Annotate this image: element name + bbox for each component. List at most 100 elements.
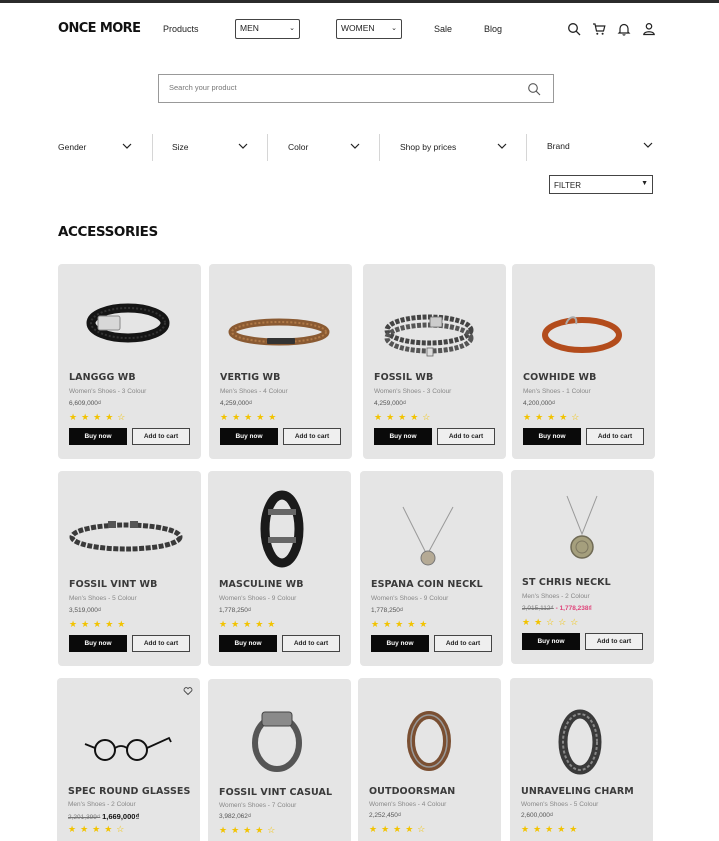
old-price: 2,201,399₫ (68, 814, 101, 821)
product-meta: Women's Shoes - 9 Colour (371, 595, 449, 602)
sale-price: - 1,778,238₫ (555, 605, 592, 612)
search-icon[interactable] (567, 22, 581, 36)
product-card[interactable]: FOSSIL VINT WB Men's Shoes - 5 Colour 3,… (58, 471, 201, 666)
product-meta: Men's Shoes - 1 Colour (523, 388, 591, 395)
product-name[interactable]: COWHIDE WB (523, 372, 596, 383)
product-name[interactable]: VERTIG WB (220, 372, 280, 383)
add-to-cart-button[interactable]: Add to cart (434, 635, 492, 652)
nav-products[interactable]: Products (163, 24, 199, 34)
product-card[interactable]: VERTIG WB Men's Shoes - 4 Colour 4,259,0… (209, 264, 352, 459)
filter-divider (526, 134, 527, 161)
logo[interactable]: ONCE MORE (58, 21, 141, 36)
product-image-bracelet (86, 303, 170, 343)
product-price: 1,778,250₫ (371, 607, 404, 614)
search-icon[interactable] (527, 82, 541, 96)
filter-gender[interactable]: Gender (58, 134, 136, 161)
product-name[interactable]: FOSSIL WB (374, 372, 433, 383)
product-card[interactable]: ST CHRIS NECKL Men's Shoes - 2 Colour 2,… (511, 470, 654, 664)
product-card[interactable]: FOSSIL WB Women's Shoes - 3 Colour 4,259… (363, 264, 506, 459)
product-card[interactable]: OUTDOORSMAN Women's Shoes - 4 Colour 2,2… (358, 678, 501, 841)
product-card[interactable]: SPEC ROUND GLASSES Men's Shoes - 2 Colou… (57, 678, 200, 841)
add-to-cart-button[interactable]: Add to cart (283, 428, 341, 445)
product-price: 2,015,112₫ - 1,778,238₫ (522, 605, 592, 612)
product-name[interactable]: FOSSIL VINT CASUAL (219, 787, 332, 798)
star-rating: ★★★★☆ (219, 825, 280, 835)
buy-now-button[interactable]: Buy now (219, 635, 277, 652)
product-card[interactable]: COWHIDE WB Men's Shoes - 1 Colour 4,200,… (512, 264, 655, 459)
women-dropdown[interactable]: WOMEN ⌄ (336, 19, 402, 39)
men-dropdown[interactable]: MEN ⌄ (235, 19, 300, 39)
buy-now-button[interactable]: Buy now (523, 428, 581, 445)
buy-now-button[interactable]: Buy now (69, 635, 127, 652)
chevron-down-icon (643, 142, 653, 148)
star-rating: ★★★★★ (521, 824, 582, 834)
product-image-bracelet (260, 490, 304, 568)
add-to-cart-button[interactable]: Add to cart (282, 635, 340, 652)
add-to-cart-button[interactable]: Add to cart (132, 635, 190, 652)
buy-now-button[interactable]: Buy now (69, 428, 127, 445)
product-name[interactable]: OUTDOORSMAN (369, 786, 455, 797)
user-icon[interactable] (642, 22, 656, 36)
filter-brand[interactable]: Brand (547, 134, 655, 161)
filter-dropdown[interactable]: FILTER ▼ (549, 175, 653, 194)
product-name[interactable]: UNRAVELING CHARM (521, 786, 634, 797)
nav-sale[interactable]: Sale (434, 24, 452, 34)
product-card[interactable]: ESPANA COIN NECKL Women's Shoes - 9 Colo… (360, 471, 503, 666)
add-to-cart-button[interactable]: Add to cart (437, 428, 495, 445)
star-rating: ★★★★☆ (369, 824, 430, 834)
product-meta: Women's Shoes - 3 Colour (374, 388, 452, 395)
buy-now-button[interactable]: Buy now (220, 428, 278, 445)
product-image-necklace (566, 495, 598, 559)
product-name[interactable]: LANGGG WB (69, 372, 136, 383)
add-to-cart-button[interactable]: Add to cart (586, 428, 644, 445)
sale-price: 1,669,000₫ (102, 812, 140, 821)
product-price: 6,609,000₫ (69, 400, 102, 407)
star-rating: ★★★★☆ (374, 412, 435, 422)
product-name[interactable]: ESPANA COIN NECKL (371, 579, 483, 590)
product-image-ring (407, 711, 451, 771)
product-image-ring (252, 711, 302, 772)
product-name[interactable]: SPEC ROUND GLASSES (68, 786, 190, 797)
women-dropdown-label: WOMEN (341, 23, 375, 33)
filter-dropdown-label: FILTER (554, 181, 581, 190)
add-to-cart-button[interactable]: Add to cart (132, 428, 190, 445)
filter-size[interactable]: Size (172, 134, 250, 161)
product-price: 4,200,000₫ (523, 400, 556, 407)
product-card[interactable]: FOSSIL VINT CASUAL Women's Shoes - 7 Col… (208, 679, 351, 841)
filter-divider (379, 134, 380, 161)
product-price: 2,600,000₫ (521, 812, 554, 819)
star-rating: ★★★★★ (219, 619, 280, 629)
buy-now-button[interactable]: Buy now (374, 428, 432, 445)
product-card[interactable]: UNRAVELING CHARM Women's Shoes - 5 Colou… (510, 678, 653, 841)
chevron-down-icon (238, 143, 248, 149)
cart-icon[interactable] (592, 22, 606, 36)
product-price: 3,982,062₫ (219, 813, 252, 820)
product-meta: Women's Shoes - 9 Colour (219, 595, 297, 602)
product-name[interactable]: ST CHRIS NECKL (522, 577, 611, 588)
product-name[interactable]: MASCULINE WB (219, 579, 304, 590)
filter-color-label: Color (288, 142, 309, 152)
buy-now-button[interactable]: Buy now (371, 635, 429, 652)
product-meta: Women's Shoes - 7 Colour (219, 802, 297, 809)
product-card[interactable]: LANGGG WB Women's Shoes - 3 Colour 6,609… (58, 264, 201, 459)
filter-color[interactable]: Color (288, 134, 362, 161)
filter-divider (152, 134, 153, 161)
buy-now-button[interactable]: Buy now (522, 633, 580, 650)
product-meta: Women's Shoes - 5 Colour (521, 801, 599, 808)
product-meta: Men's Shoes - 2 Colour (522, 593, 590, 600)
product-name[interactable]: FOSSIL VINT WB (69, 579, 157, 590)
section-title: ACCESSORIES (58, 224, 158, 240)
add-to-cart-button[interactable]: Add to cart (585, 633, 643, 650)
search-bar (158, 74, 554, 103)
nav-blog[interactable]: Blog (484, 24, 502, 34)
star-rating: ★★★★★ (220, 412, 281, 422)
chevron-down-icon: ⌄ (391, 25, 397, 32)
product-price: 2,252,450₫ (369, 812, 402, 819)
chevron-down-icon (497, 143, 507, 149)
top-border (0, 0, 719, 3)
product-card[interactable]: MASCULINE WB Women's Shoes - 9 Colour 1,… (208, 471, 351, 666)
search-input[interactable] (169, 83, 509, 92)
bell-icon[interactable] (617, 22, 631, 36)
filter-prices[interactable]: Shop by prices (400, 134, 510, 161)
chevron-down-icon (122, 143, 132, 149)
